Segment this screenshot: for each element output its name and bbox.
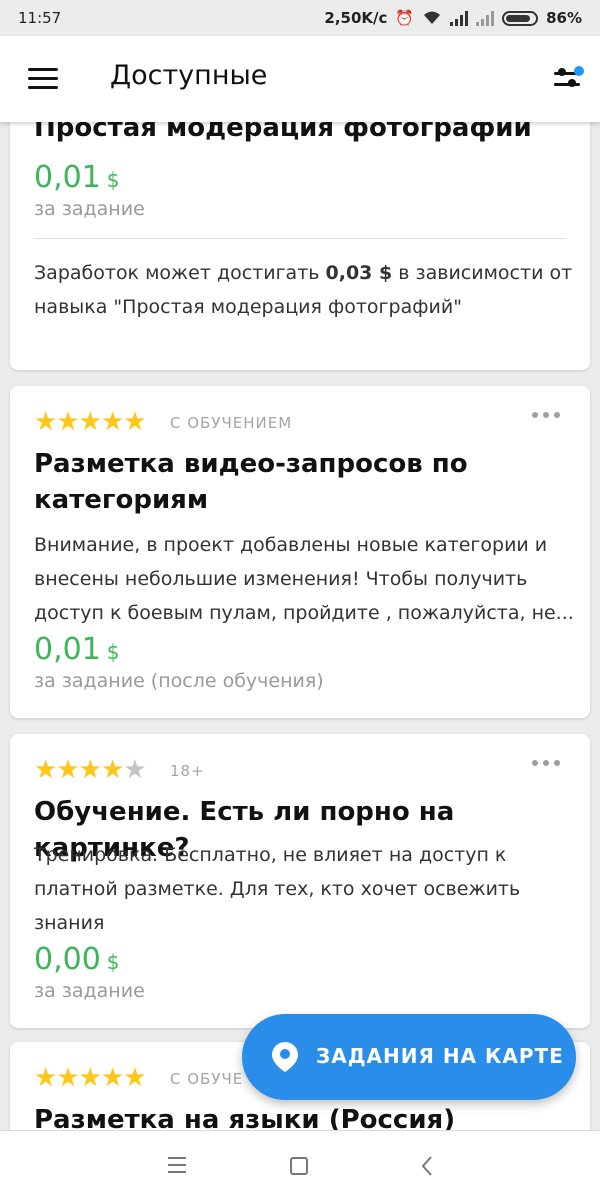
task-price: 0,01 $ xyxy=(34,632,120,667)
task-price: 0,00 $ xyxy=(34,942,120,977)
page-title: Доступные xyxy=(110,60,268,91)
more-options-icon[interactable] xyxy=(532,412,560,420)
per-task-label: за задание xyxy=(34,198,145,220)
task-card[interactable]: ★★★★★ 18+ Обучение. Есть ли порно на кар… xyxy=(10,734,590,1028)
nav-back-icon[interactable] xyxy=(412,1151,442,1181)
task-card[interactable]: ★★★★★ Простая модерация фотографий 0,01$… xyxy=(10,122,590,370)
task-price: 0,01 $ xyxy=(34,160,120,195)
system-nav-bar xyxy=(0,1130,600,1200)
battery-percent: 86% xyxy=(546,9,582,27)
wifi-icon xyxy=(424,11,441,24)
task-description: Тренировка. Бесплатно, не влияет на дост… xyxy=(34,844,521,934)
rating-stars: ★★★★★ xyxy=(34,1063,147,1093)
rating-stars: ★★★★★ xyxy=(34,755,147,785)
more-options-icon[interactable] xyxy=(532,760,560,768)
training-badge: С ОБУЧЕНИЕМ xyxy=(170,414,293,432)
filter-sliders-icon[interactable] xyxy=(554,66,584,94)
task-card[interactable]: ★★★★★ С ОБУЧЕНИЕМ Разметка видео-запросо… xyxy=(10,386,590,718)
nav-menu-icon[interactable] xyxy=(162,1151,192,1181)
rating-stars: ★★★★★ xyxy=(34,407,147,437)
map-pin-icon xyxy=(272,1042,298,1072)
task-description: Внимание, в проект добавлены новые катег… xyxy=(34,534,574,624)
network-speed: 2,50K/c xyxy=(324,9,388,27)
map-tasks-button[interactable]: ЗАДАНИЯ НА КАРТЕ xyxy=(242,1014,576,1100)
per-task-label: за задание xyxy=(34,980,145,1002)
task-title: Разметка на языки (Россия) xyxy=(34,1105,456,1130)
map-tasks-label: ЗАДАНИЯ НА КАРТЕ xyxy=(316,1044,564,1068)
earnings-note: Заработок может достигать 0,03 $ в завис… xyxy=(34,262,573,318)
alarm-icon: ⏰ xyxy=(395,8,415,27)
training-badge: С ОБУЧЕ xyxy=(170,1070,244,1088)
battery-icon xyxy=(502,10,539,26)
app-bar: Доступные xyxy=(0,36,600,122)
status-indicators: 2,50K/c ⏰ 86% xyxy=(324,9,582,27)
nav-home-icon[interactable] xyxy=(290,1157,308,1175)
signal-icon xyxy=(450,10,469,26)
status-bar: 11:57 2,50K/c ⏰ 86% xyxy=(0,0,600,36)
status-time: 11:57 xyxy=(18,9,62,27)
age-badge: 18+ xyxy=(170,762,205,780)
per-task-label: за задание (после обучения) xyxy=(34,670,324,692)
task-list[interactable]: ★★★★★ Простая модерация фотографий 0,01$… xyxy=(0,122,600,1130)
divider xyxy=(34,238,566,239)
signal-icon-2 xyxy=(476,10,495,26)
task-title: Простая модерация фотографий xyxy=(34,122,532,143)
task-title: Разметка видео-запросов по категориям xyxy=(34,449,468,515)
hamburger-menu-icon[interactable] xyxy=(28,68,58,90)
